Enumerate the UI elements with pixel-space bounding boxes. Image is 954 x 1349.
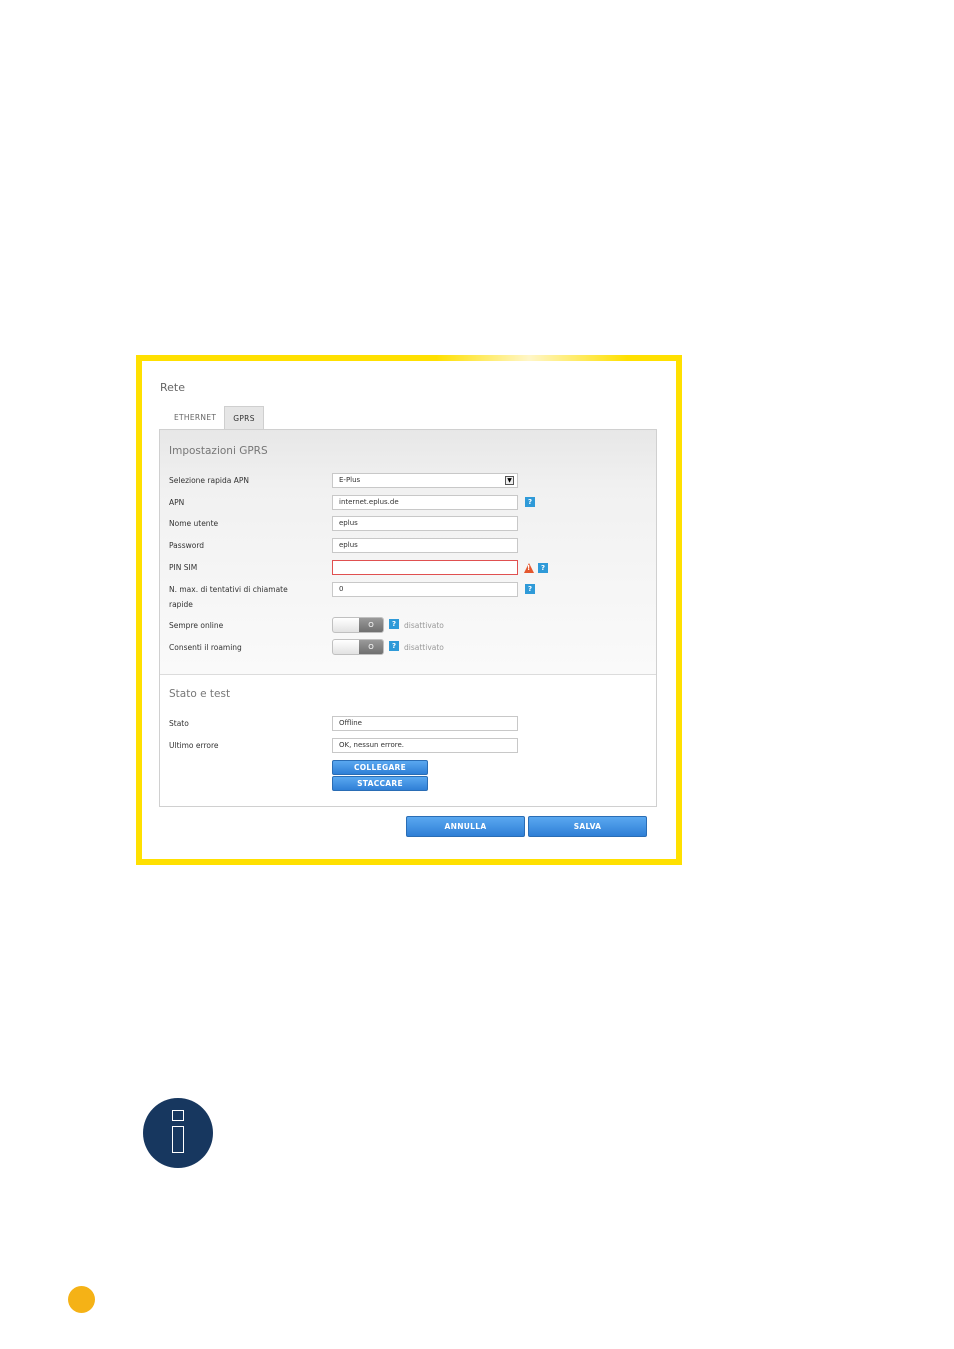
apn-input[interactable]: internet.eplus.de bbox=[332, 495, 518, 510]
help-icon[interactable]: ? bbox=[389, 641, 399, 651]
state-field: Offline bbox=[332, 716, 518, 731]
last-error-label: Ultimo errore bbox=[169, 741, 219, 750]
apn-quick-select[interactable]: E-Plus ▼ bbox=[332, 473, 518, 488]
tab-ethernet[interactable]: ETHERNET bbox=[166, 406, 224, 429]
info-icon-bar bbox=[172, 1126, 184, 1153]
help-icon[interactable]: ? bbox=[525, 497, 535, 507]
retries-label-line1: N. max. di tentativi di chiamate bbox=[169, 585, 288, 594]
toggle-knob[interactable]: O bbox=[359, 618, 383, 632]
warning-icon-mark: ! bbox=[527, 564, 531, 572]
chevron-down-icon[interactable]: ▼ bbox=[505, 476, 514, 485]
always-online-label: Sempre online bbox=[169, 621, 224, 630]
apn-quick-label: Selezione rapida APN bbox=[169, 476, 249, 485]
pin-input[interactable] bbox=[332, 560, 518, 575]
toggle-knob[interactable]: O bbox=[359, 640, 383, 654]
pin-label: PIN SIM bbox=[169, 563, 198, 572]
help-icon[interactable]: ? bbox=[389, 619, 399, 629]
always-online-toggle[interactable]: O bbox=[332, 617, 384, 633]
screenshot-frame: Rete ETHERNET GPRS Impostazioni GPRS Sel… bbox=[136, 355, 682, 865]
tab-gprs[interactable]: GPRS bbox=[224, 406, 264, 429]
username-input[interactable]: eplus bbox=[332, 516, 518, 531]
disconnect-button[interactable]: STACCARE bbox=[332, 776, 428, 791]
roaming-state: disattivato bbox=[404, 643, 444, 652]
roaming-toggle[interactable]: O bbox=[332, 639, 384, 655]
apn-quick-select-value: E-Plus bbox=[339, 476, 361, 484]
retries-label: N. max. di tentativi di chiamate rapide bbox=[169, 582, 288, 612]
roaming-label: Consenti il roaming bbox=[169, 643, 242, 652]
tab-bar: ETHERNET GPRS bbox=[166, 406, 264, 429]
apn-label: APN bbox=[169, 498, 185, 507]
tab-content: Impostazioni GPRS Selezione rapida APN E… bbox=[159, 429, 657, 807]
connect-button[interactable]: COLLEGARE bbox=[332, 760, 428, 775]
state-label: Stato bbox=[169, 719, 189, 728]
warning-icon: ! bbox=[524, 563, 534, 573]
save-button[interactable]: SALVA bbox=[528, 816, 647, 837]
retries-label-line2: rapide bbox=[169, 600, 193, 609]
last-error-field: OK, nessun errore. bbox=[332, 738, 518, 753]
info-icon-dot bbox=[172, 1110, 184, 1121]
section-title-gprs: Impostazioni GPRS bbox=[169, 445, 268, 457]
username-label: Nome utente bbox=[169, 519, 219, 528]
password-input[interactable]: eplus bbox=[332, 538, 518, 553]
panel-title: Rete bbox=[160, 381, 185, 394]
section-title-status: Stato e test bbox=[169, 688, 231, 700]
help-icon[interactable]: ? bbox=[538, 563, 548, 573]
always-online-state: disattivato bbox=[404, 621, 444, 630]
page-marker-dot bbox=[68, 1286, 95, 1313]
password-label: Password bbox=[169, 541, 205, 550]
info-icon bbox=[143, 1098, 213, 1168]
help-icon[interactable]: ? bbox=[525, 584, 535, 594]
gprs-settings-section: Impostazioni GPRS Selezione rapida APN E… bbox=[160, 430, 656, 675]
retries-input[interactable]: 0 bbox=[332, 582, 518, 597]
cancel-button[interactable]: ANNULLA bbox=[406, 816, 525, 837]
